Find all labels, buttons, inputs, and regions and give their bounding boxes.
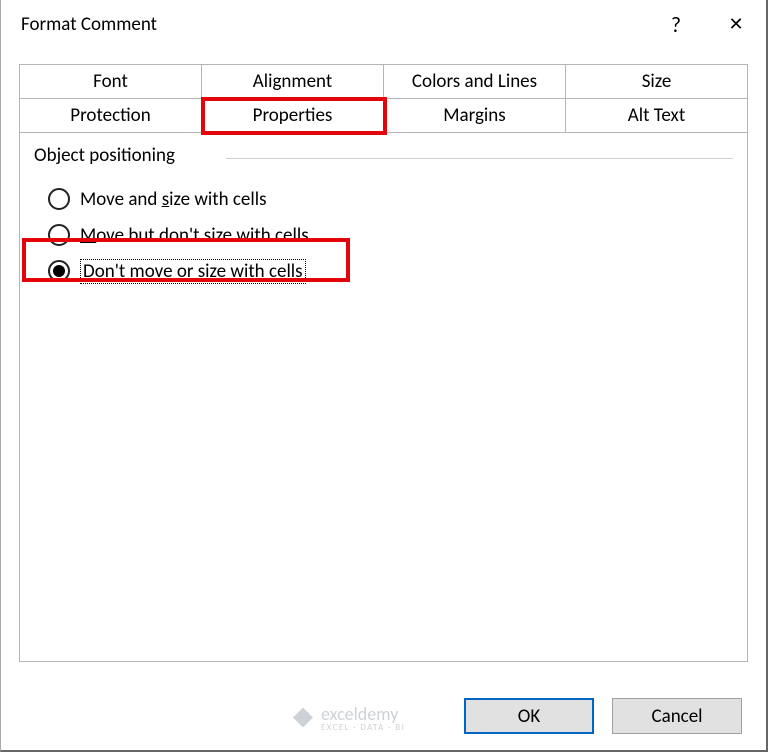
radio2-accel: M [80, 224, 96, 247]
tab-alttext-label: Alt Text [628, 104, 685, 127]
tab-row-2: Protection Properties Margins Alt Text [19, 98, 748, 133]
cancel-button[interactable]: Cancel [612, 698, 742, 734]
radio-move-no-size-label: Move but don't size with cells [80, 224, 309, 247]
help-icon: ? [671, 11, 681, 38]
exceldemy-watermark: exceldemy EXCEL · DATA · BI [293, 703, 405, 732]
exceldemy-logo-icon [293, 708, 313, 728]
radio-move-and-size-label: Move and size with cells [80, 188, 267, 211]
tab-content-properties: Object positioning Move and size with ce… [19, 132, 748, 662]
radio-move-and-size[interactable]: Move and size with cells [48, 181, 733, 217]
radio1-pre: Move and [80, 188, 162, 211]
close-button[interactable]: ✕ [706, 0, 766, 48]
cancel-button-label: Cancel [651, 705, 702, 728]
tab-size[interactable]: Size [565, 64, 748, 99]
radio1-post: ize with cells [169, 188, 266, 211]
radio-dont-move-or-size-label: Don't move or size with cells [80, 259, 306, 284]
titlebar: Format Comment ? ✕ [1, 0, 766, 48]
fieldset-divider [226, 158, 733, 159]
radio-dont-move-or-size[interactable]: Don't move or size with cells [48, 253, 733, 289]
tab-size-label: Size [642, 70, 672, 93]
radio-icon [48, 224, 70, 246]
focus-rectangle: Don't move or size with cells [80, 259, 306, 284]
tab-colors-label: Colors and Lines [412, 70, 537, 93]
close-icon: ✕ [728, 13, 743, 35]
ok-button[interactable]: OK [464, 698, 594, 734]
radio3-accel: D [83, 260, 95, 283]
radio1-accel: s [162, 188, 169, 211]
tab-font-label: Font [93, 70, 128, 93]
tab-protection[interactable]: Protection [19, 98, 202, 133]
radio2-post: ove but don't size with cells [96, 224, 308, 247]
dialog-button-row: OK Cancel [464, 698, 742, 734]
radio-icon [48, 188, 70, 210]
tab-properties[interactable]: Properties [201, 98, 384, 133]
tab-strip: Font Alignment Colors and Lines Size Pro… [19, 64, 748, 662]
tab-font[interactable]: Font [19, 64, 202, 99]
radio-icon-checked [48, 260, 70, 282]
tab-colors-and-lines[interactable]: Colors and Lines [383, 64, 566, 99]
format-comment-dialog: Format Comment ? ✕ Font Alignment Colors… [0, 0, 768, 752]
object-positioning-group: Move and size with cells Move but don't … [48, 181, 733, 289]
watermark-brand: exceldemy [321, 703, 405, 725]
tab-margins-label: Margins [443, 104, 505, 127]
tab-protection-label: Protection [70, 104, 150, 127]
object-positioning-legend: Object positioning [34, 144, 181, 167]
tab-properties-label: Properties [253, 104, 333, 127]
tab-alignment[interactable]: Alignment [201, 64, 384, 99]
tab-alignment-label: Alignment [253, 70, 332, 93]
watermark-text: exceldemy EXCEL · DATA · BI [321, 703, 405, 732]
tab-alt-text[interactable]: Alt Text [565, 98, 748, 133]
help-button[interactable]: ? [646, 0, 706, 48]
tab-row-1: Font Alignment Colors and Lines Size [19, 64, 748, 99]
ok-button-label: OK [518, 705, 540, 728]
radio3-post: on't move or size with cells [95, 260, 303, 283]
radio-move-no-size[interactable]: Move but don't size with cells [48, 217, 733, 253]
tab-margins[interactable]: Margins [383, 98, 566, 133]
dialog-title: Format Comment [21, 13, 646, 36]
watermark-sub: EXCEL · DATA · BI [321, 723, 405, 732]
